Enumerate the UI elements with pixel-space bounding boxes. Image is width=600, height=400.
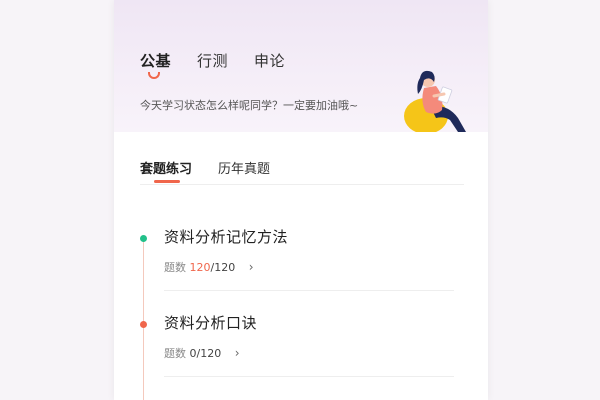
questions-done: 0 <box>189 347 197 360</box>
tab-shenlun[interactable]: 申论 <box>254 50 285 71</box>
questions-total: /120 <box>210 261 236 274</box>
tab-past-exams-label: 历年真题 <box>218 162 271 177</box>
chevron-right-icon: › <box>248 260 254 274</box>
hero-header: 公基 行测 申论 今天学习状态怎么样呢同学？一定要加油哦~ <box>114 0 488 132</box>
questions-done: 120 <box>189 261 211 274</box>
active-subtab-underline <box>154 180 180 183</box>
questions-total: /120 <box>196 347 222 360</box>
greeting-text: 今天学习状态怎么样呢同学？一定要加油哦~ <box>140 99 359 112</box>
tab-shenlun-label: 申论 <box>254 52 286 70</box>
chevron-right-icon: › <box>234 346 240 360</box>
item-meta: 题数 120/120 › <box>164 259 254 275</box>
item-divider <box>164 376 454 377</box>
item-divider <box>164 290 454 291</box>
tab-divider <box>140 184 464 185</box>
tab-set-practice-label: 套题练习 <box>140 162 193 177</box>
student-reading-illustration <box>404 70 466 132</box>
phone-screen: 公基 行测 申论 今天学习状态怎么样呢同学？一定要加油哦~ 套题练习 历年真题 … <box>114 0 488 400</box>
status-dot <box>140 235 147 242</box>
list-item[interactable]: 资料分析记忆方法 题数 120/120 › <box>140 224 466 304</box>
content-card: 套题练习 历年真题 资料分析记忆方法 题数 120/120 › 资料分析口诀 题… <box>114 132 488 400</box>
item-title: 资料分析记忆方法 <box>164 228 289 246</box>
active-tab-smile-indicator <box>148 72 160 79</box>
tab-xingce-label: 行测 <box>197 52 229 70</box>
tab-set-practice[interactable]: 套题练习 <box>140 158 193 183</box>
question-count-label: 题数 <box>164 261 186 274</box>
item-meta: 题数 0/120 › <box>164 345 240 361</box>
tab-gongji[interactable]: 公基 <box>140 50 172 79</box>
sub-tab-bar: 套题练习 历年真题 <box>140 158 296 183</box>
tab-gongji-label: 公基 <box>140 52 172 70</box>
list-item[interactable]: 资料分析口诀 题数 0/120 › <box>140 310 466 390</box>
question-count-label: 题数 <box>164 347 186 360</box>
tab-xingce[interactable]: 行测 <box>197 50 228 71</box>
tab-past-exams[interactable]: 历年真题 <box>218 158 270 177</box>
item-title: 资料分析口诀 <box>164 314 258 332</box>
status-dot <box>140 321 147 328</box>
top-tab-bar: 公基 行测 申论 <box>140 50 311 79</box>
